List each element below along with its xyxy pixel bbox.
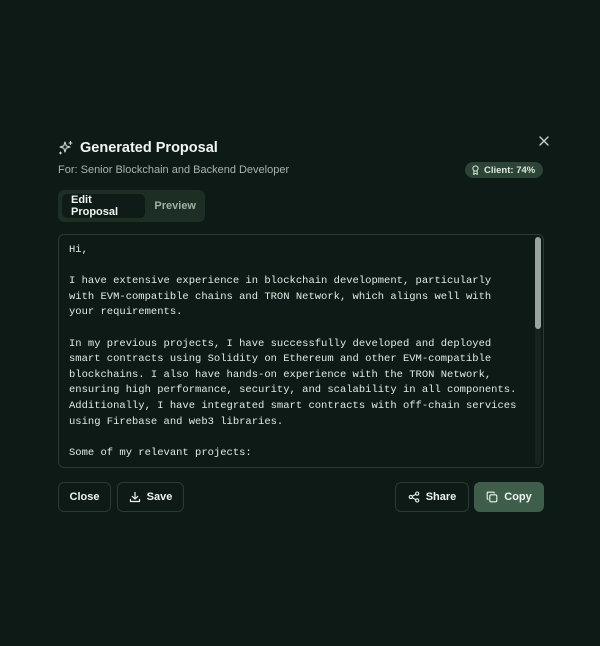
close-button[interactable]: Close [58,482,111,512]
dialog-title: Generated Proposal [80,140,218,156]
share-icon [408,491,420,503]
download-icon [129,491,140,503]
share-button-label: Share [425,491,457,503]
copy-icon [486,491,498,503]
proposal-textarea[interactable]: Hi, I have extensive experience in block… [58,234,544,468]
copy-button-label: Copy [504,491,532,503]
badge-label: Client: 74% [484,164,536,176]
client-match-badge: Client: 74% [465,162,544,178]
dialog-subtitle: For: Senior Blockchain and Backend Devel… [58,164,290,176]
share-button[interactable]: Share [395,482,469,512]
award-icon [472,165,479,175]
tab-preview[interactable]: Preview [145,194,205,218]
proposal-text[interactable]: Hi, I have extensive experience in block… [59,235,543,461]
tab-edit-proposal[interactable]: Edit Proposal [62,194,146,218]
save-button-label: Save [146,491,173,503]
sparkles-icon [58,140,73,155]
close-icon[interactable] [536,133,552,149]
dialog-header: Generated Proposal [58,140,218,156]
copy-button[interactable]: Copy [474,482,544,512]
proposal-tabs: Edit Proposal Preview [58,190,205,222]
save-button[interactable]: Save [117,482,184,512]
scrollbar-thumb[interactable] [535,237,541,329]
close-button-label: Close [69,491,100,503]
